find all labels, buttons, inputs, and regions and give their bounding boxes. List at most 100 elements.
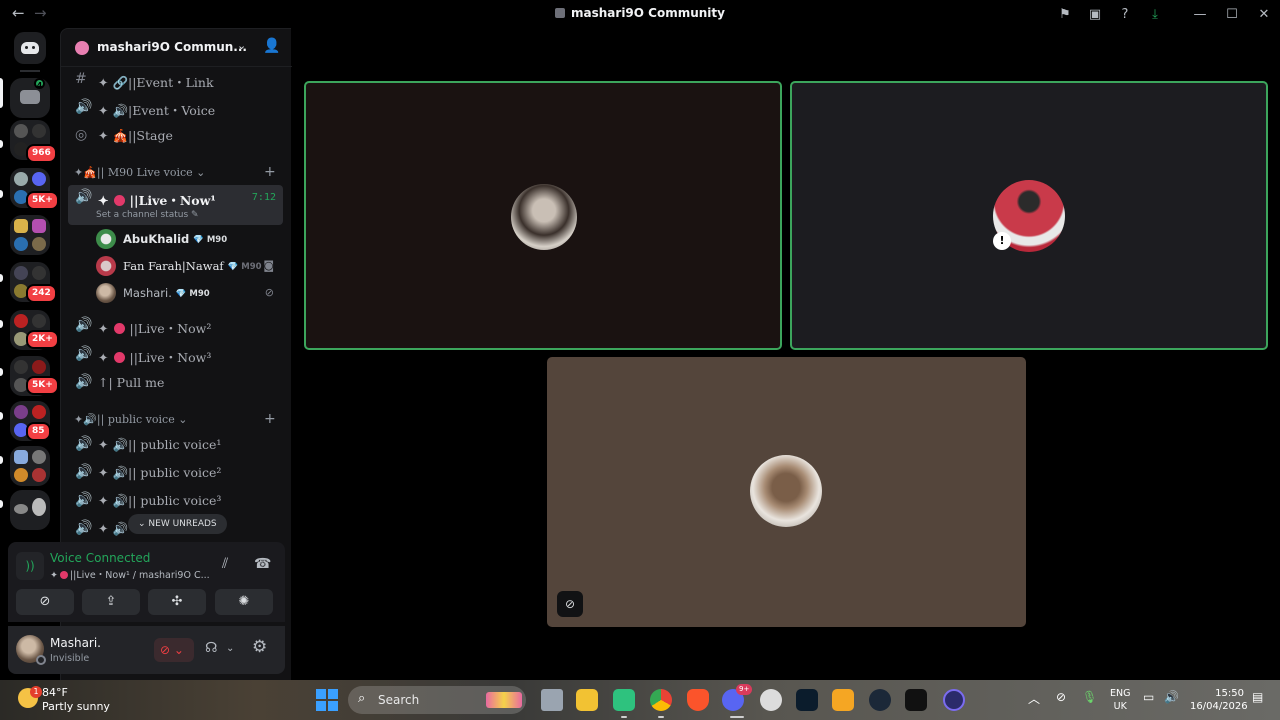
channel-name: ✦ ||Live・Now³ — [98, 350, 212, 365]
member-name-text: AbuKhalid — [123, 232, 190, 246]
live-dot — [114, 323, 126, 334]
guild-header[interactable]: mashari9O Commun... ⌄ 👤 — [61, 29, 292, 67]
guild-icon — [75, 41, 89, 55]
display-icon[interactable]: ▭ — [1143, 690, 1154, 704]
steam-icon[interactable] — [869, 689, 891, 711]
category-live-voice[interactable]: ✦🎪|| M90 Live voice ⌄ — [74, 166, 205, 179]
media-app-icon[interactable] — [905, 689, 927, 711]
windows-start-icon[interactable] — [316, 689, 338, 711]
voice-channel-info[interactable]: ✦ ||Live・Now¹ / mashari9O C... — [50, 567, 210, 581]
channel-public-voice-1[interactable]: 🔊 ✦ 🔊|| public voice¹ — [68, 432, 283, 458]
invite-people-icon[interactable]: 👤 — [263, 38, 280, 54]
chevron-down-icon[interactable]: ⌄ — [226, 643, 234, 654]
add-channel-icon[interactable]: + — [264, 164, 276, 180]
circle-app-icon[interactable] — [943, 689, 965, 711]
badge-count: 2K+ — [26, 330, 59, 349]
headphones-icon[interactable]: ☊ — [205, 640, 217, 656]
task-view-icon[interactable] — [541, 689, 563, 711]
terminal-icon[interactable] — [796, 689, 818, 711]
channel-public-voice-3[interactable]: 🔊 ✦ 🔊|| public voice³ — [68, 488, 283, 514]
screen-share-button[interactable]: ⇪ — [82, 589, 140, 615]
mic-muted-icon: ⊘ — [264, 286, 274, 299]
notes-icon[interactable] — [832, 689, 854, 711]
file-explorer-icon[interactable] — [576, 689, 598, 711]
running-indicator — [621, 716, 627, 718]
download-icon[interactable]: ⤓ — [1140, 7, 1170, 22]
badge-count: 5K+ — [26, 376, 59, 395]
camera-off-button[interactable]: ⊘ — [16, 589, 74, 615]
unread-indicator — [0, 456, 3, 464]
clock[interactable]: 15:50 16/04/2026 — [1190, 687, 1248, 713]
disconnect-icon[interactable]: ☎ — [254, 556, 271, 572]
weather-temperature[interactable]: 84°F — [42, 686, 68, 699]
channel-name: ✦ 🎪||Stage — [98, 128, 173, 143]
server-folder-9[interactable] — [10, 490, 50, 530]
channel-name: ✦ 🔗||Event・Link — [98, 75, 214, 90]
taskbar-search[interactable]: ⌕ Search — [348, 686, 526, 714]
speaker-icon: 🔊 — [75, 189, 93, 205]
brave-icon[interactable] — [687, 689, 709, 711]
rail-home-badge: 4 — [34, 78, 45, 90]
voice-panel: )) Voice Connected ✦ ||Live・Now¹ / mashar… — [8, 542, 285, 622]
avatar — [96, 256, 116, 276]
channel-public-voice-2[interactable]: 🔊 ✦ 🔊|| public voice² — [68, 460, 283, 486]
new-unreads-button[interactable]: ⌄ NEW UNREADS — [128, 514, 227, 534]
minimize-button[interactable]: — — [1184, 7, 1216, 22]
discord-badge: 9+ — [736, 684, 753, 695]
chevron-up-icon[interactable]: ︿ — [1028, 690, 1040, 707]
channel-stage[interactable]: ◎ ✦ 🎪||Stage — [68, 123, 283, 149]
user-name[interactable]: Mashari. — [50, 636, 101, 650]
mute-mic-button[interactable]: ⊘ ⌄ — [154, 638, 194, 662]
channel-event-voice[interactable]: 🔊 ✦ 🔊|Event・Voice — [68, 95, 283, 121]
channel-status[interactable]: Set a channel status ✎ — [96, 210, 199, 220]
chevron-down-icon[interactable]: ⌄ — [237, 39, 246, 52]
unread-indicator — [0, 500, 3, 508]
channel-name-text: ||Live・Now² — [129, 321, 212, 336]
live-dot — [114, 195, 126, 206]
search-icon: ⌕ — [358, 691, 366, 706]
video-tile-abukhalid[interactable] — [304, 81, 782, 350]
settings-gear-icon[interactable]: ⚙ — [252, 637, 267, 657]
close-button[interactable]: ✕ — [1248, 7, 1280, 22]
maximize-button[interactable]: ☐ — [1216, 7, 1248, 22]
voice-member-mashari[interactable]: Mashari. 💎 M90 ⊘ — [96, 283, 284, 305]
channel-timer: 7:12 — [251, 192, 276, 203]
server-folder-8[interactable] — [10, 446, 50, 486]
signal-icon[interactable]: )) — [16, 552, 44, 580]
channel-name: ✦ 🔊|| public voice² — [98, 465, 222, 480]
language-indicator[interactable]: ENG UK — [1110, 687, 1130, 713]
volume-icon[interactable]: 🔊 — [1164, 690, 1179, 704]
voice-member-fan-farah[interactable]: Fan Farah|Nawaf 💎 M90 ◙ — [96, 256, 284, 278]
voice-member-abukhalid[interactable]: AbuKhalid 💎 M90 — [96, 229, 284, 251]
channel-pull-me[interactable]: 🔊 ↑| Pull me — [68, 370, 283, 396]
bookmark-icon[interactable]: ⚑ — [1050, 7, 1080, 22]
channel-event-link[interactable]: # ✦ 🔗||Event・Link — [68, 67, 283, 93]
channel-live-now-3[interactable]: 🔊 ✦ ||Live・Now³ — [68, 342, 283, 368]
home-button[interactable] — [14, 32, 46, 64]
channel-live-now-2[interactable]: 🔊 ✦ ||Live・Now² — [68, 313, 283, 339]
selected-indicator — [0, 78, 3, 108]
weather-description[interactable]: Partly sunny — [42, 700, 110, 713]
microphone-icon[interactable]: 🎙 — [1082, 690, 1097, 704]
voice-connected-label[interactable]: Voice Connected — [50, 551, 150, 565]
network-off-icon[interactable]: ⊘ — [1056, 690, 1066, 704]
video-tile-fan-farah[interactable]: ! — [790, 81, 1268, 350]
chrome-icon[interactable] — [650, 689, 672, 711]
unread-indicator — [0, 190, 3, 198]
add-channel-icon[interactable]: + — [264, 411, 276, 427]
avatar — [96, 229, 116, 249]
notifications-icon[interactable]: ▤ — [1252, 690, 1263, 704]
activities-button[interactable]: ✣ — [148, 589, 206, 615]
member-tag: 💎 M90 — [227, 262, 262, 272]
help-icon[interactable]: ? — [1110, 7, 1140, 22]
speaker-icon: 🔊 — [75, 464, 93, 480]
server-folder-3[interactable] — [10, 215, 50, 255]
noise-suppression-icon[interactable]: ⫽ — [222, 556, 228, 572]
inbox-icon[interactable]: ▣ — [1080, 7, 1110, 22]
soundboard-button[interactable]: ✺ — [215, 589, 273, 615]
category-public-voice[interactable]: ✦🔊|| public voice ⌄ — [74, 413, 187, 426]
android-app-icon[interactable] — [613, 689, 635, 711]
video-tile-mashari[interactable]: ⊘ — [547, 357, 1026, 627]
steelseries-icon[interactable] — [760, 689, 782, 711]
channel-name: ✦ 🔊|Event・Voice — [98, 103, 216, 118]
